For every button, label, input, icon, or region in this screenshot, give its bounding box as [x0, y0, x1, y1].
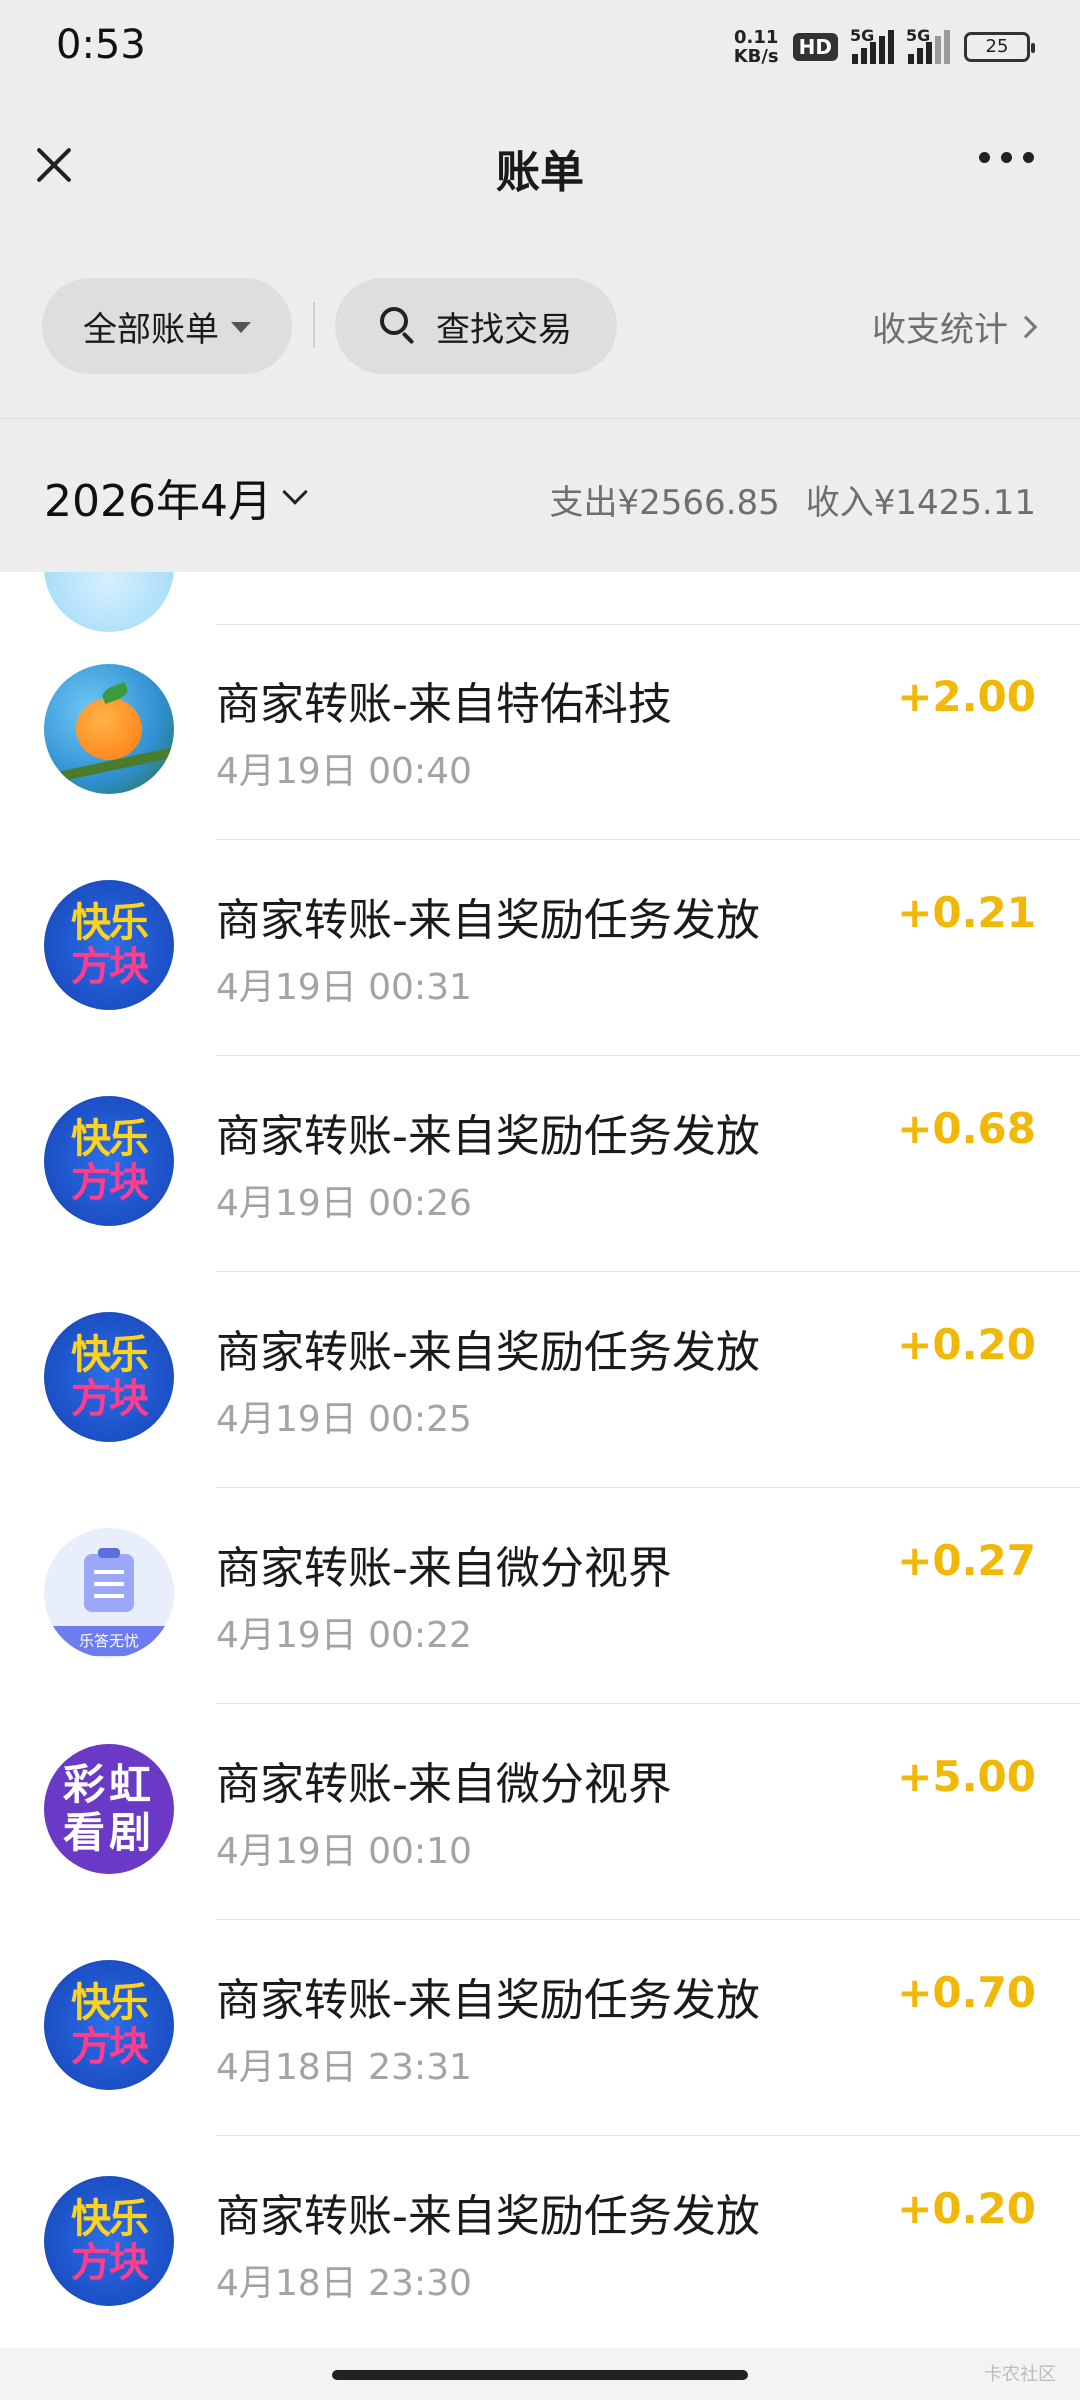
avatar-text: 快乐 [71, 2196, 149, 2242]
month-summary-bar: 2026年4月 支出¥2566.85 收入¥1425.11 [0, 418, 1080, 572]
hd-icon: HD [792, 33, 838, 61]
transaction-row[interactable]: 快乐 方块 商家转账-来自奖励任务发放 4月18日 23:30 +0.20 [0, 2136, 1080, 2348]
transaction-amount: +5.00 [897, 1752, 1036, 1801]
transaction-title: 商家转账-来自微分视界 [216, 1759, 672, 1810]
kuaile-fangkuai-icon: 快乐 方块 [44, 1960, 174, 2090]
transaction-title: 商家转账-来自奖励任务发放 [216, 1975, 760, 2026]
home-indicator[interactable] [332, 2370, 748, 2380]
transaction-row[interactable]: 快乐 方块 商家转账-来自奖励任务发放 4月18日 23:31 +0.70 [0, 1920, 1080, 2136]
orange-fruit-icon [44, 664, 174, 794]
avatar-text: 方块 [71, 1376, 149, 1422]
transaction-amount: +0.21 [897, 888, 1036, 937]
month-selector[interactable]: 2026年4月 [44, 465, 308, 529]
bottom-gesture-area: 卡农社区 [0, 2348, 1080, 2400]
transaction-title: 商家转账-来自奖励任务发放 [216, 1111, 760, 1162]
stats-label: 收支统计 [872, 310, 1008, 350]
avatar-text: 彩虹 [62, 1760, 155, 1809]
divider [313, 302, 315, 348]
transaction-time: 4月19日 00:40 [216, 751, 472, 792]
watermark: 卡农社区 [984, 2364, 1056, 2385]
sim2-label: 5G [906, 26, 931, 45]
transaction-time: 4月19日 00:31 [216, 967, 472, 1008]
kuaile-fangkuai-icon: 快乐 方块 [44, 1312, 174, 1442]
kuaile-fangkuai-icon: 快乐 方块 [44, 880, 174, 1010]
month-label: 2026年4月 [44, 476, 272, 527]
avatar-text: 快乐 [71, 900, 149, 946]
filter-bar: 全部账单 查找交易 收支统计 [0, 240, 1080, 418]
transaction-time: 4月18日 23:31 [216, 2047, 472, 2088]
income-total: 收入¥1425.11 [805, 483, 1036, 523]
stats-link[interactable]: 收支统计 [872, 302, 1038, 351]
avatar-text: 方块 [71, 1160, 149, 1206]
battery-icon: 25 [964, 32, 1035, 62]
caihong-kanju-icon: 彩虹 看剧 [44, 1744, 174, 1874]
page-title: 账单 [496, 147, 584, 198]
avatar-text: 快乐 [71, 1116, 149, 1162]
status-bar: 0:53 0.11 KB/s HD 5G 5G 25 [0, 0, 1080, 100]
avatar-text: 快乐 [71, 1980, 149, 2026]
signal-icon-sim2: 5G [906, 26, 950, 64]
chevron-down-icon [282, 479, 308, 505]
transaction-title: 商家转账-来自奖励任务发放 [216, 2191, 760, 2242]
transaction-row[interactable]: 商家转账-来自特佑科技 4月19日 00:40 +2.00 [0, 624, 1080, 840]
transaction-time: 4月19日 00:25 [216, 1399, 472, 1440]
transaction-amount: +0.20 [897, 1320, 1036, 1369]
avatar-text: 方块 [71, 2024, 149, 2070]
status-time: 0:53 [56, 22, 146, 68]
avatar-text: 乐答无忧 [44, 1626, 174, 1656]
avatar-text: 快乐 [71, 1332, 149, 1378]
transaction-title: 商家转账-来自奖励任务发放 [216, 895, 760, 946]
search-label: 查找交易 [436, 309, 572, 350]
transaction-row[interactable]: 乐答无忧 商家转账-来自微分视界 4月19日 00:22 +0.27 [0, 1488, 1080, 1704]
transaction-time: 4月19日 00:22 [216, 1615, 472, 1656]
expense-total: 支出¥2566.85 [549, 483, 780, 523]
network-speed: 0.11 KB/s [734, 28, 779, 66]
more-icon[interactable] [979, 152, 1034, 163]
transaction-row[interactable]: 快乐 方块 商家转账-来自奖励任务发放 4月19日 00:25 +0.20 [0, 1272, 1080, 1488]
transaction-time: 4月19日 00:10 [216, 1831, 472, 1872]
transaction-list[interactable]: 商家转账-来自特佑科技 4月19日 00:40 +2.00 快乐 方块 商家转账… [0, 572, 1080, 2348]
avatar-text: 方块 [71, 2240, 149, 2286]
kuaile-fangkuai-icon: 快乐 方块 [44, 2176, 174, 2306]
caret-down-icon [231, 322, 251, 333]
avatar-text: 看剧 [62, 1808, 155, 1857]
search-icon [380, 307, 418, 345]
transaction-amount: +0.68 [897, 1104, 1036, 1153]
transaction-amount: +0.20 [897, 2184, 1036, 2233]
avatar [44, 572, 174, 632]
kuaile-fangkuai-icon: 快乐 方块 [44, 1096, 174, 1226]
avatar-text: 方块 [71, 944, 149, 990]
transaction-row[interactable]: 快乐 方块 商家转账-来自奖励任务发放 4月19日 00:31 +0.21 [0, 840, 1080, 1056]
transaction-amount: +0.70 [897, 1968, 1036, 2017]
signal-icon-sim1: 5G [850, 26, 894, 64]
sim1-label: 5G [850, 26, 875, 45]
status-icons: 0.11 KB/s HD 5G 5G 25 [734, 26, 1035, 66]
transaction-amount: +0.27 [897, 1536, 1036, 1585]
transaction-title: 商家转账-来自特佑科技 [216, 679, 672, 730]
chevron-right-icon [1014, 315, 1038, 338]
transaction-time: 4月18日 23:30 [216, 2263, 472, 2304]
transaction-amount: +2.00 [897, 672, 1036, 721]
clipboard-icon: 乐答无忧 [44, 1528, 174, 1658]
search-transactions-button[interactable]: 查找交易 [335, 278, 617, 374]
nav-bar: 账单 [0, 100, 1080, 240]
network-speed-unit: KB/s [733, 46, 779, 67]
transaction-row[interactable]: 快乐 方块 商家转账-来自奖励任务发放 4月19日 00:26 +0.68 [0, 1056, 1080, 1272]
network-speed-value: 0.11 [733, 27, 779, 48]
month-summary: 支出¥2566.85 收入¥1425.11 [550, 475, 1036, 524]
transaction-time: 4月19日 00:26 [216, 1183, 472, 1224]
all-bills-label: 全部账单 [83, 309, 219, 350]
all-bills-dropdown[interactable]: 全部账单 [42, 278, 292, 374]
transaction-row[interactable]: 彩虹 看剧 商家转账-来自微分视界 4月19日 00:10 +5.00 [0, 1704, 1080, 1920]
transaction-title: 商家转账-来自微分视界 [216, 1543, 672, 1594]
transaction-title: 商家转账-来自奖励任务发放 [216, 1327, 760, 1378]
